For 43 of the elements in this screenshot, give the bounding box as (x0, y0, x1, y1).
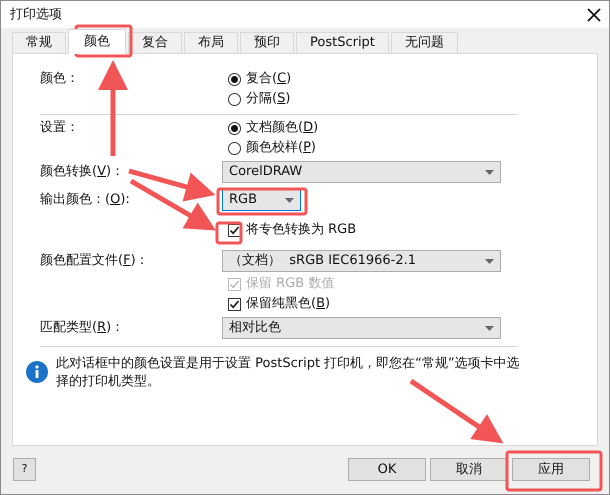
caret-icon (485, 258, 494, 264)
info-text: 此对话框中的颜色设置是用于设置 PostScript 打印机，即您在“常规”选项卡中选择的打印机类型。 (56, 355, 521, 391)
close-icon[interactable] (587, 8, 601, 22)
tab[interactable]: 布局 (184, 32, 238, 53)
field-label: 设置： (40, 120, 79, 135)
field-label: 颜色配置文件(F)： (40, 253, 149, 268)
checkbox-label: 保留纯黑色(B) (246, 295, 330, 314)
radio-button[interactable] (228, 92, 241, 106)
window-title: 打印选项 (10, 6, 62, 24)
radio-button[interactable] (228, 72, 241, 86)
annotation-box (216, 222, 242, 244)
field-label: 颜色： (40, 71, 79, 86)
radio-label: 复合(C) (246, 70, 292, 88)
tab[interactable]: 颜色 (68, 29, 126, 54)
caret-icon (485, 170, 494, 174)
info-icon (26, 361, 48, 383)
radio-label: 文档颜色(D) (246, 119, 318, 138)
checkbox-label: 保留 RGB 数值 (246, 275, 334, 294)
checkbox[interactable] (228, 298, 241, 310)
field-label: 匹配类型(R)： (40, 320, 124, 336)
radio-label: 分隔(S) (246, 90, 290, 108)
radio-label: 颜色校样(P) (246, 139, 316, 158)
dropdown[interactable]: （文档） sRGB IEC61966-2.1 (222, 250, 501, 272)
dropdown[interactable]: 相对比色 (222, 317, 501, 339)
field-label: 输出颜色：(O): (40, 192, 130, 208)
help-button[interactable]: ? (13, 458, 36, 481)
dropdown[interactable]: RGB (222, 189, 301, 211)
radio-button[interactable] (228, 142, 241, 154)
annotation-box (74, 24, 132, 58)
caret-icon (285, 198, 294, 202)
checkbox-label: 将专色转换为 RGB (246, 221, 356, 240)
dialog-button[interactable]: OK (348, 458, 426, 481)
tab[interactable]: 复合 (128, 32, 182, 53)
dropdown[interactable]: CorelDRAW (222, 161, 501, 183)
tab[interactable]: PostScript (296, 32, 389, 53)
radio-button[interactable] (228, 122, 241, 134)
dialog-button[interactable]: 应用 (512, 458, 590, 481)
tab[interactable]: 无问题 (390, 32, 458, 53)
field-label: 颜色转换(V)： (40, 164, 124, 180)
tab[interactable]: 预印 (240, 32, 294, 53)
dialog-button[interactable]: 取消 (430, 458, 508, 481)
caret-icon (485, 326, 494, 330)
tab[interactable]: 常规 (12, 32, 66, 53)
